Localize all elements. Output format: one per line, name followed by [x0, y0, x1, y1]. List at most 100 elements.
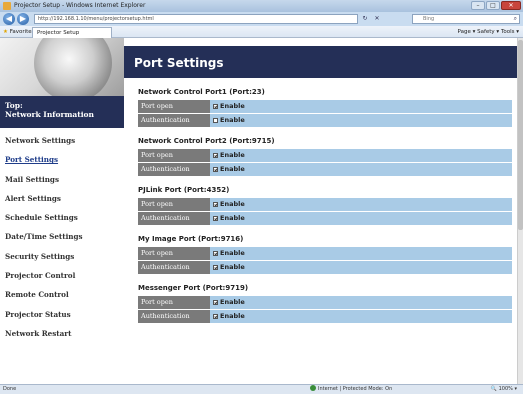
port-sections: Network Control Port1 (Port:23) Port open… — [124, 87, 517, 323]
window-titlebar: Projector Setup - Windows Internet Explo… — [0, 0, 523, 12]
window-title: Projector Setup - Windows Internet Explo… — [14, 2, 146, 9]
favorites-label: Favorites — [9, 29, 35, 35]
sidebar-item-remote-control[interactable]: Remote Control — [0, 285, 124, 304]
enable-checkbox[interactable] — [213, 202, 218, 207]
sidebar-item-projector-status[interactable]: Projector Status — [0, 305, 124, 324]
section-title: Network Control Port1 (Port:23) — [138, 88, 265, 96]
enable-checkbox[interactable] — [213, 300, 218, 305]
enable-label: Enable — [220, 151, 245, 159]
sidebar-menu: Network Settings Port Settings Mail Sett… — [0, 131, 124, 343]
setting-label: Port open — [138, 198, 210, 211]
search-input[interactable]: Bing ⌕ — [412, 14, 520, 24]
ie-icon — [3, 2, 11, 10]
zoom-level[interactable]: 🔍 100% ▾ — [491, 385, 517, 394]
setting-label: Port open — [138, 149, 210, 162]
refresh-icon[interactable]: ↻ — [360, 14, 370, 24]
enable-checkbox[interactable] — [213, 153, 218, 158]
setting-label: Authentication — [138, 163, 210, 176]
enable-option[interactable]: Enable — [210, 198, 512, 211]
vertical-scrollbar[interactable] — [517, 38, 523, 384]
setting-row: Authentication Enable — [138, 310, 512, 323]
tab-projector-setup[interactable]: Projector Setup — [32, 27, 112, 38]
enable-option[interactable]: Enable — [210, 247, 512, 260]
setting-row: Authentication Enable — [138, 163, 512, 176]
sidebar-item-alert-settings[interactable]: Alert Settings — [0, 189, 124, 208]
enable-option[interactable]: Enable — [210, 212, 512, 225]
setting-row: Port open Enable — [138, 247, 512, 260]
status-text: Done — [3, 386, 17, 392]
url-input[interactable]: http://192.168.1.10/menu/projectorsetup.… — [34, 14, 358, 24]
enable-option[interactable]: Enable — [210, 296, 512, 309]
zoom-value: 100% — [498, 386, 513, 392]
sidebar-item-mail-settings[interactable]: Mail Settings — [0, 170, 124, 189]
enable-option[interactable]: Enable — [210, 149, 512, 162]
enable-label: Enable — [220, 298, 245, 306]
setting-label: Port open — [138, 100, 210, 113]
enable-checkbox[interactable] — [213, 118, 218, 123]
port-section: My Image Port (Port:9716) Port open Enable… — [138, 234, 512, 274]
setting-label: Authentication — [138, 114, 210, 127]
setting-row: Port open Enable — [138, 198, 512, 211]
minimize-button[interactable]: – — [471, 1, 485, 10]
sidebar-item-network-settings[interactable]: Network Settings — [0, 131, 124, 150]
enable-checkbox[interactable] — [213, 314, 218, 319]
favorites-bar: ★ Favorites Projector Setup Page ▾ Safet… — [0, 26, 523, 38]
section-title: My Image Port (Port:9716) — [138, 235, 244, 243]
section-title: Messenger Port (Port:9719) — [138, 284, 249, 292]
star-icon: ★ — [3, 29, 8, 35]
sidebar-item-security-settings[interactable]: Security Settings — [0, 247, 124, 266]
setting-row: Port open Enable — [138, 100, 512, 113]
port-section: PJLink Port (Port:4352) Port open Enable Au… — [138, 185, 512, 225]
setting-row: Authentication Enable — [138, 261, 512, 274]
url-tools: ↻ ✕ — [360, 14, 382, 24]
setting-row: Port open Enable — [138, 149, 512, 162]
enable-label: Enable — [220, 200, 245, 208]
sidebar-item-network-restart[interactable]: Network Restart — [0, 324, 124, 343]
port-section: Messenger Port (Port:9719) Port open Enabl… — [138, 283, 512, 323]
scrollbar-thumb[interactable] — [518, 40, 523, 230]
favorites-button[interactable]: ★ Favorites — [3, 26, 35, 38]
maximize-button[interactable]: □ — [486, 1, 500, 10]
setting-row: Authentication Enable — [138, 212, 512, 225]
sidebar-item-projector-control[interactable]: Projector Control — [0, 266, 124, 285]
setting-label: Authentication — [138, 261, 210, 274]
forward-icon[interactable]: ▶ — [17, 13, 29, 25]
zone-text: Internet | Protected Mode: On — [318, 386, 393, 392]
sidebar-item-port-settings[interactable]: Port Settings — [0, 150, 124, 169]
sidebar-item-schedule-settings[interactable]: Schedule Settings — [0, 208, 124, 227]
enable-checkbox[interactable] — [213, 216, 218, 221]
enable-label: Enable — [220, 214, 245, 222]
globe-icon — [310, 385, 316, 391]
enable-checkbox[interactable] — [213, 251, 218, 256]
enable-option[interactable]: Enable — [210, 114, 512, 127]
enable-checkbox[interactable] — [213, 265, 218, 270]
enable-option[interactable]: Enable — [210, 163, 512, 176]
section-title: PJLink Port (Port:4352) — [138, 186, 230, 194]
address-bar: ◀ ▶ http://192.168.1.10/menu/projectorse… — [0, 12, 523, 26]
banner-image — [0, 38, 124, 96]
command-bar[interactable]: Page ▾ Safety ▾ Tools ▾ — [458, 26, 519, 38]
sidebar-top-link[interactable]: Top: Network Information — [0, 96, 124, 128]
back-icon[interactable]: ◀ — [3, 13, 15, 25]
enable-checkbox[interactable] — [213, 167, 218, 172]
port-section: Network Control Port1 (Port:23) Port open… — [138, 87, 512, 127]
main-panel: Port Settings Network Control Port1 (Por… — [124, 38, 517, 384]
setting-label: Authentication — [138, 212, 210, 225]
sidebar-top-subtitle: Network Information — [5, 110, 95, 119]
enable-option[interactable]: Enable — [210, 310, 512, 323]
close-button[interactable]: ✕ — [501, 1, 521, 10]
enable-label: Enable — [220, 312, 245, 320]
stop-icon[interactable]: ✕ — [372, 14, 382, 24]
setting-row: Port open Enable — [138, 296, 512, 309]
sidebar-item-date-time-settings[interactable]: Date/Time Settings — [0, 227, 124, 246]
enable-label: Enable — [220, 116, 245, 124]
enable-checkbox[interactable] — [213, 104, 218, 109]
port-section: Network Control Port2 (Port:9715) Port op… — [138, 136, 512, 176]
enable-option[interactable]: Enable — [210, 261, 512, 274]
window-controls: – □ ✕ — [471, 1, 521, 11]
security-zone: Internet | Protected Mode: On — [310, 385, 392, 394]
enable-option[interactable]: Enable — [210, 100, 512, 113]
page-content: Top: Network Information Network Setting… — [0, 38, 517, 384]
search-icon[interactable]: ⌕ — [514, 15, 517, 23]
setting-label: Port open — [138, 247, 210, 260]
